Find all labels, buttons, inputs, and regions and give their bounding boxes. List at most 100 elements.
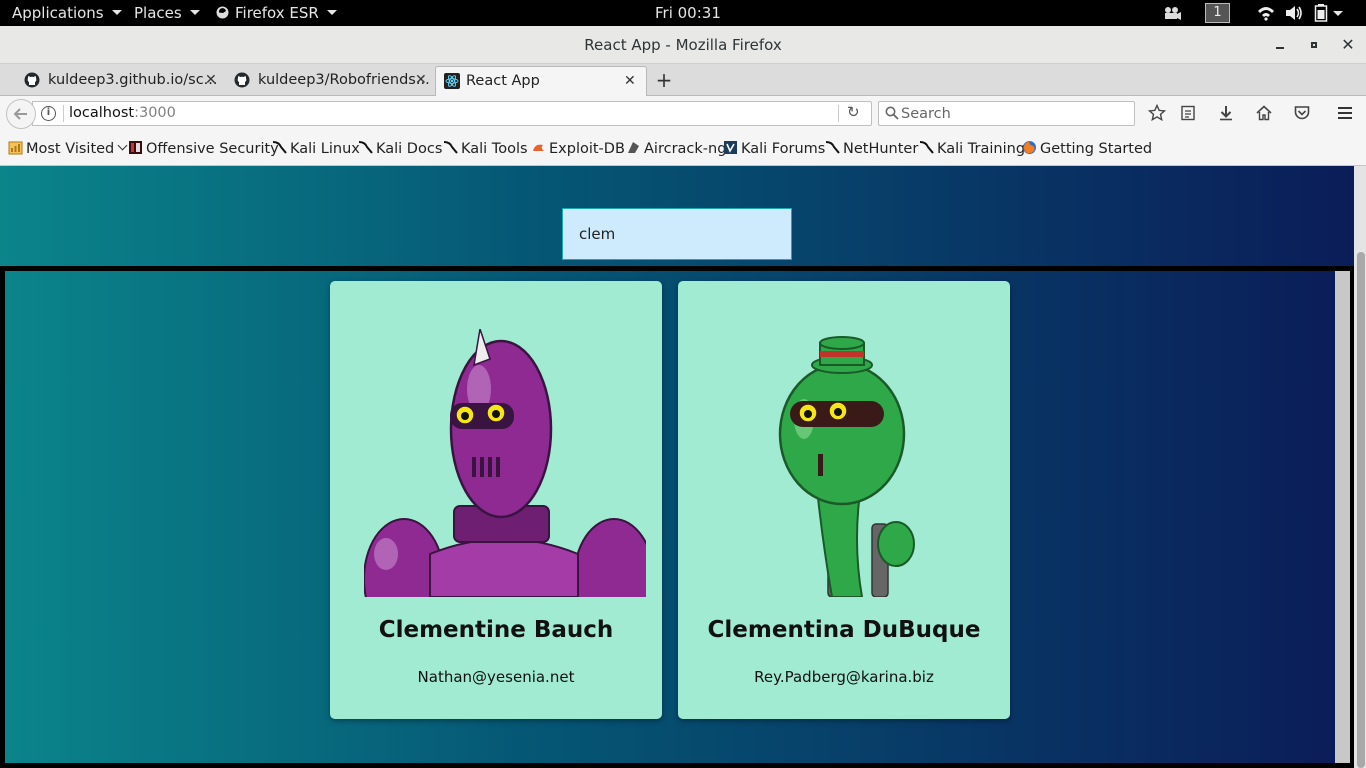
kali-icon	[919, 140, 934, 154]
minimize-icon	[1276, 47, 1284, 49]
robot-name: Clementina DuBuque	[707, 617, 981, 643]
url-port: :3000	[134, 105, 176, 121]
window-title: React App - Mozilla Firefox	[584, 36, 782, 54]
search-icon	[885, 106, 899, 120]
url-bar[interactable]: i localhost:3000 ↻	[32, 101, 872, 126]
kali-forums-icon	[724, 140, 737, 154]
aircrack-icon	[628, 141, 639, 153]
robot-search-input[interactable]	[562, 208, 792, 260]
close-icon: ✕	[1341, 35, 1355, 54]
robot-card[interactable]: Clementina DuBuque Rey.Padberg@karina.bi…	[678, 281, 1010, 719]
react-icon	[444, 73, 460, 89]
tab-close-icon[interactable]: ✕	[624, 67, 636, 95]
url-text[interactable]: localhost:3000	[69, 102, 176, 125]
kali-icon	[443, 140, 458, 154]
kali-icon	[272, 140, 287, 154]
battery-icon[interactable]	[1314, 4, 1328, 22]
kali-icon	[825, 140, 840, 154]
most-visited-icon	[8, 141, 23, 154]
video-camera-icon[interactable]	[1162, 4, 1182, 22]
bookmark-kali-docs[interactable]: Kali Docs	[358, 132, 442, 166]
bookmark-label: NetHunter	[843, 141, 919, 157]
bookmark-aircrack-ng[interactable]: Aircrack-ng	[626, 132, 726, 166]
tab-close-icon[interactable]: ✕	[415, 66, 427, 94]
bookmark-kali-training[interactable]: Kali Training	[919, 132, 1025, 166]
window-titlebar: React App - Mozilla Firefox ✕	[0, 26, 1366, 64]
page-scrollbar-thumb[interactable]	[1357, 252, 1365, 768]
downloads-icon[interactable]	[1216, 104, 1236, 124]
back-button[interactable]	[6, 99, 36, 129]
close-window-button[interactable]: ✕	[1338, 35, 1358, 55]
firefox-small-icon	[216, 6, 229, 19]
volume-icon[interactable]	[1285, 4, 1303, 22]
pocket-icon[interactable]	[1292, 104, 1312, 124]
search-bar[interactable]	[878, 101, 1135, 126]
bookmarks-toolbar: Most Visited Offensive Security Kali Lin…	[0, 132, 1366, 166]
bookmark-label: Kali Linux	[290, 141, 360, 157]
bookmark-label: Kali Docs	[376, 141, 443, 157]
bookmark-label: Getting Started	[1040, 141, 1153, 157]
new-tab-button[interactable]: +	[652, 64, 676, 96]
bookmark-kali-tools[interactable]: Kali Tools	[443, 132, 528, 166]
robot-image	[364, 329, 646, 597]
url-separator	[838, 105, 839, 122]
bookmark-label: Kali Tools	[461, 141, 528, 157]
tab-react-app[interactable]: React App ✕	[435, 66, 647, 96]
search-input[interactable]	[901, 103, 1129, 124]
github-icon	[24, 72, 40, 88]
navigation-toolbar: i localhost:3000 ↻	[0, 96, 1366, 132]
bookmark-label: Kali Forums	[741, 141, 826, 157]
firefox-icon	[1023, 140, 1036, 154]
places-label: Places	[134, 4, 182, 22]
bookmark-star-icon[interactable]	[1147, 103, 1167, 124]
url-separator	[63, 105, 64, 122]
minimize-button[interactable]	[1270, 35, 1290, 55]
page-viewport: Clementine Bauch Nathan@yesenia.net	[0, 166, 1366, 768]
tab-github-robofriends[interactable]: kuldeep3/Robofriends... ✕	[234, 66, 430, 96]
bookmark-label: Most Visited	[26, 141, 115, 157]
card-scroll-container[interactable]: Clementine Bauch Nathan@yesenia.net Clem…	[0, 266, 1355, 768]
robot-card[interactable]: Clementine Bauch Nathan@yesenia.net	[330, 281, 662, 719]
bookmark-kali-forums[interactable]: Kali Forums	[723, 132, 825, 166]
chevron-down-icon	[111, 10, 122, 15]
firefox-app-menu[interactable]: Firefox ESR	[216, 0, 337, 26]
bookmark-label: Offensive Security	[146, 141, 279, 157]
system-top-bar: Applications Places Firefox ESR Fri 00:3…	[0, 0, 1366, 26]
places-menu[interactable]: Places	[134, 0, 200, 26]
chevron-down-icon	[117, 140, 128, 151]
bookmark-kali-linux[interactable]: Kali Linux	[272, 132, 360, 166]
tab-label: React App	[466, 73, 540, 89]
tab-close-icon[interactable]: ✕	[205, 66, 217, 94]
url-host: localhost	[69, 105, 135, 121]
applications-menu[interactable]: Applications	[12, 0, 122, 26]
card-list-scrollbar[interactable]	[1335, 271, 1350, 763]
home-icon[interactable]	[1254, 104, 1274, 124]
chevron-down-icon	[189, 10, 200, 15]
tab-strip: kuldeep3.github.io/sc... ✕ kuldeep3/Robo…	[0, 64, 1366, 96]
clock-label: Fri 00:31	[655, 4, 721, 22]
bookmark-offensive-security[interactable]: Offensive Security	[128, 132, 279, 166]
reading-list-icon[interactable]	[1178, 104, 1198, 124]
tab-github-sc[interactable]: kuldeep3.github.io/sc... ✕	[24, 66, 220, 96]
tab-label: kuldeep3.github.io/sc...	[48, 72, 218, 88]
bookmark-label: Kali Training	[937, 141, 1026, 157]
hamburger-menu-icon[interactable]	[1335, 104, 1355, 124]
info-icon[interactable]: i	[41, 106, 56, 121]
bookmark-nethunter[interactable]: NetHunter	[825, 132, 918, 166]
robot-email: Nathan@yesenia.net	[417, 668, 575, 686]
maximize-button[interactable]	[1304, 35, 1324, 55]
reload-icon[interactable]: ↻	[847, 103, 860, 121]
maximize-icon	[1311, 42, 1317, 48]
exploitdb-icon	[533, 144, 544, 151]
bookmark-getting-started[interactable]: Getting Started	[1022, 132, 1152, 166]
clock[interactable]: Fri 00:31	[655, 0, 721, 26]
bookmark-most-visited[interactable]: Most Visited	[8, 132, 128, 166]
chevron-down-icon	[326, 10, 337, 15]
system-menu-chevron-icon[interactable]	[1333, 11, 1343, 16]
bookmark-exploit-db[interactable]: Exploit-DB	[531, 132, 625, 166]
workspace-indicator[interactable]: 1	[1205, 3, 1230, 23]
offsec-icon	[129, 140, 142, 154]
wifi-icon[interactable]	[1257, 4, 1275, 22]
github-icon	[234, 72, 250, 88]
back-arrow-icon	[13, 108, 27, 120]
